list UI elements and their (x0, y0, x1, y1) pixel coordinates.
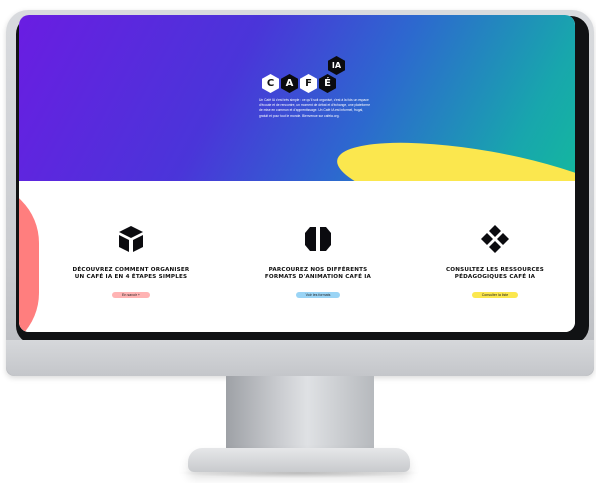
logo-letter-c: C (262, 74, 279, 93)
feature-formats: PARCOUREZ NOS DIFFÉRENTS FORMATS D'ANIMA… (258, 223, 378, 300)
pinwheel-icon (481, 225, 509, 253)
intro-paragraph: Un Café IA c'est très simple : ce qu'il … (259, 98, 371, 118)
learn-more-button[interactable]: En savoir + (111, 292, 151, 298)
view-formats-button[interactable]: Voir les formats (295, 292, 341, 298)
view-list-button[interactable]: Consulter la liste (471, 292, 519, 298)
feature-title-organize: DÉCOUVREZ COMMENT ORGANISER UN CAFÉ IA E… (72, 267, 190, 280)
logo-letters-ia: IA (328, 56, 345, 75)
website-screen: C A F É IA Un Café IA c'est très simple … (19, 15, 575, 332)
logo-letter-f: F (300, 74, 317, 93)
monitor-stand-base (188, 448, 410, 472)
monitor-chin (6, 340, 594, 376)
monitor-stand-neck (226, 376, 374, 448)
feature-organize: DÉCOUVREZ COMMENT ORGANISER UN CAFÉ IA E… (71, 223, 191, 300)
logo-letter-a: A (281, 74, 298, 93)
feature-resources: CONSULTEZ LES RESSOURCES PÉDAGOGIQUES CA… (435, 223, 555, 300)
cube-icon (119, 226, 143, 252)
feature-title-formats: PARCOUREZ NOS DIFFÉRENTS FORMATS D'ANIMA… (264, 267, 372, 280)
logo-letter-e: É (319, 74, 336, 93)
feature-title-resources: CONSULTEZ LES RESSOURCES PÉDAGOGIQUES CA… (445, 267, 545, 280)
split-hexagon-icon (305, 227, 331, 251)
cafe-ia-logo[interactable]: C A F É IA (262, 48, 382, 100)
